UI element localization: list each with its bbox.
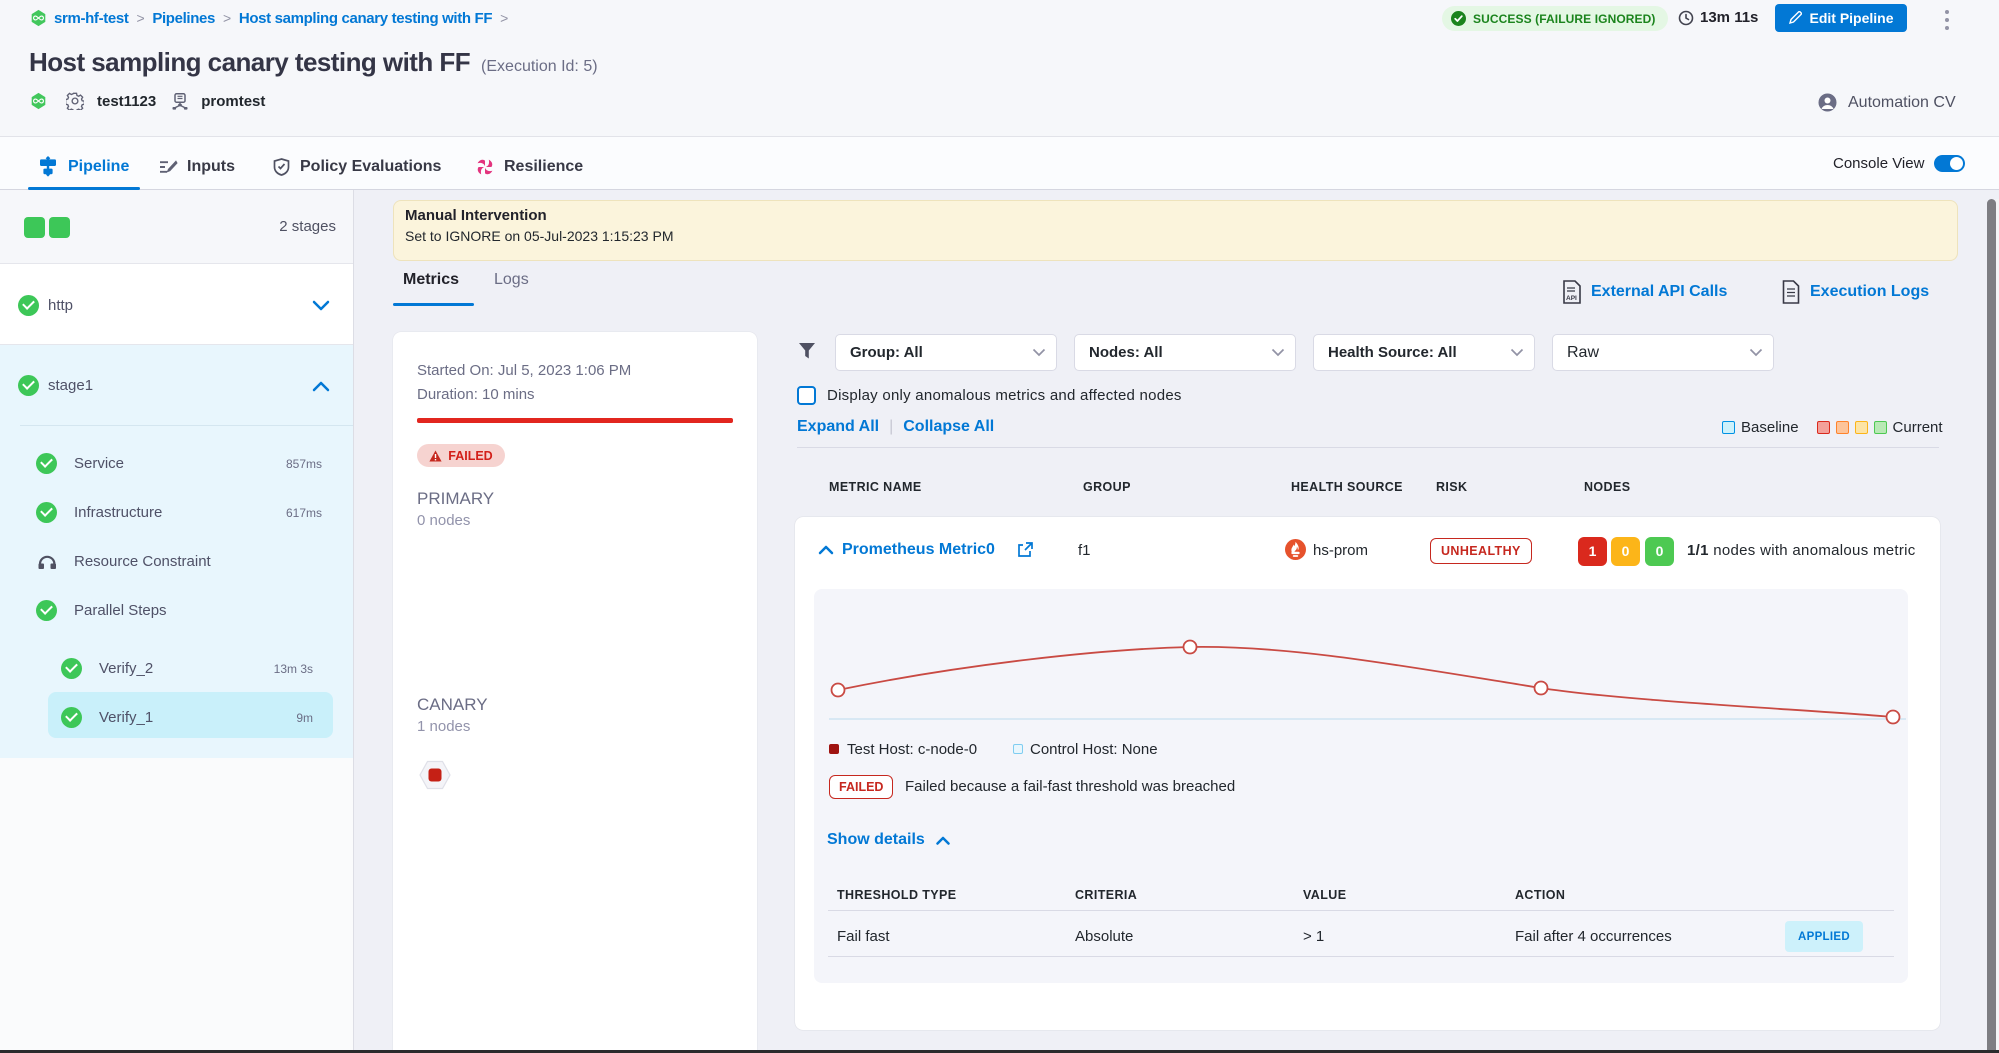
svg-text:API: API [1566, 295, 1577, 302]
